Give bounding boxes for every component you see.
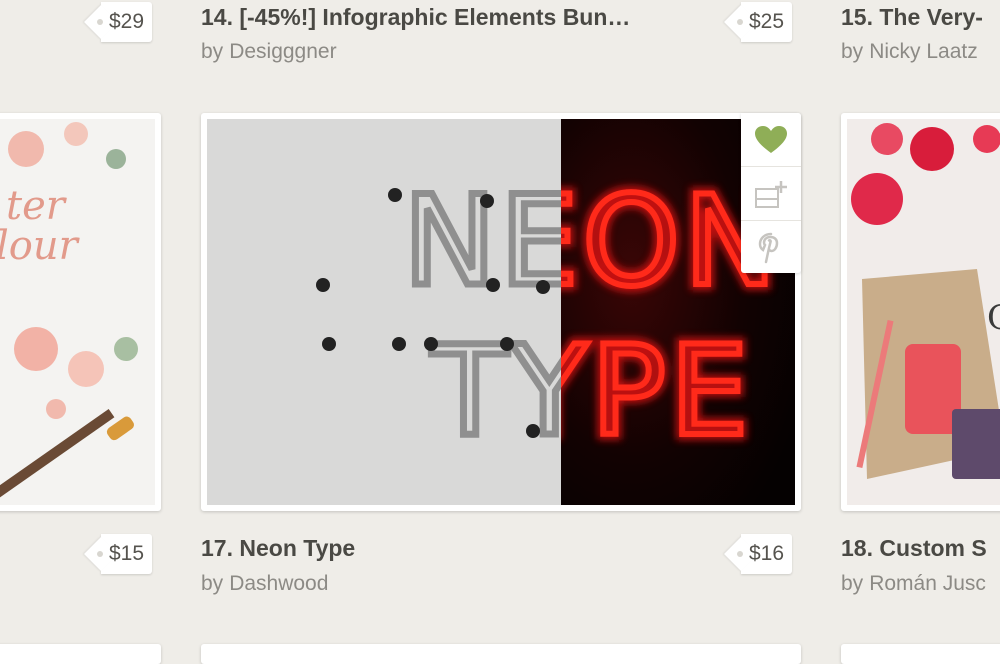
product-image: ter lour <box>0 119 155 505</box>
price-tag: $16 <box>737 534 793 574</box>
product-card-next[interactable] <box>841 644 1000 664</box>
product-title[interactable]: 17. Neon Type <box>201 535 701 562</box>
product-title[interactable]: 14. [-45%!] Infographic Elements Bun… <box>201 4 701 31</box>
product-card-next[interactable] <box>0 644 161 664</box>
watercolour-artwork: ter lour <box>0 119 155 505</box>
neon-type-artwork: NEON TYPE NEON TYPE NEON TYPE <box>207 119 795 505</box>
product-image: C <box>847 119 1000 505</box>
product-image: NEON TYPE NEON TYPE NEON TYPE <box>207 119 795 505</box>
product-card-watercolour[interactable]: ter lour <box>0 113 161 511</box>
pinterest-button[interactable] <box>741 220 801 274</box>
price-tag: $25 <box>737 2 793 42</box>
product-author[interactable]: by Dashwood <box>201 572 328 596</box>
svg-text:C: C <box>987 298 1000 338</box>
like-button[interactable] <box>741 113 801 166</box>
product-card-custom-scene[interactable]: C <box>841 113 1000 511</box>
heart-icon <box>755 125 787 153</box>
pinterest-icon <box>758 232 779 263</box>
price-tag: $29 <box>97 2 153 42</box>
product-title[interactable]: 18. Custom S <box>841 535 1000 562</box>
product-author[interactable]: by Desigggner <box>201 40 337 64</box>
price-tag: $15 <box>97 534 153 574</box>
add-to-collection-button[interactable] <box>741 166 801 220</box>
custom-scene-artwork: C <box>847 119 1000 505</box>
product-card-next[interactable] <box>201 644 801 664</box>
product-card-neon-type[interactable]: NEON TYPE NEON TYPE NEON TYPE <box>201 113 801 511</box>
card-actions <box>741 113 801 273</box>
product-author[interactable]: by Román Jusc <box>841 572 1000 596</box>
product-title[interactable]: 15. The Very- <box>841 4 1000 31</box>
add-to-collection-icon <box>755 180 787 208</box>
svg-text:lour: lour <box>0 223 81 269</box>
product-author[interactable]: by Nicky Laatz <box>841 40 1000 64</box>
